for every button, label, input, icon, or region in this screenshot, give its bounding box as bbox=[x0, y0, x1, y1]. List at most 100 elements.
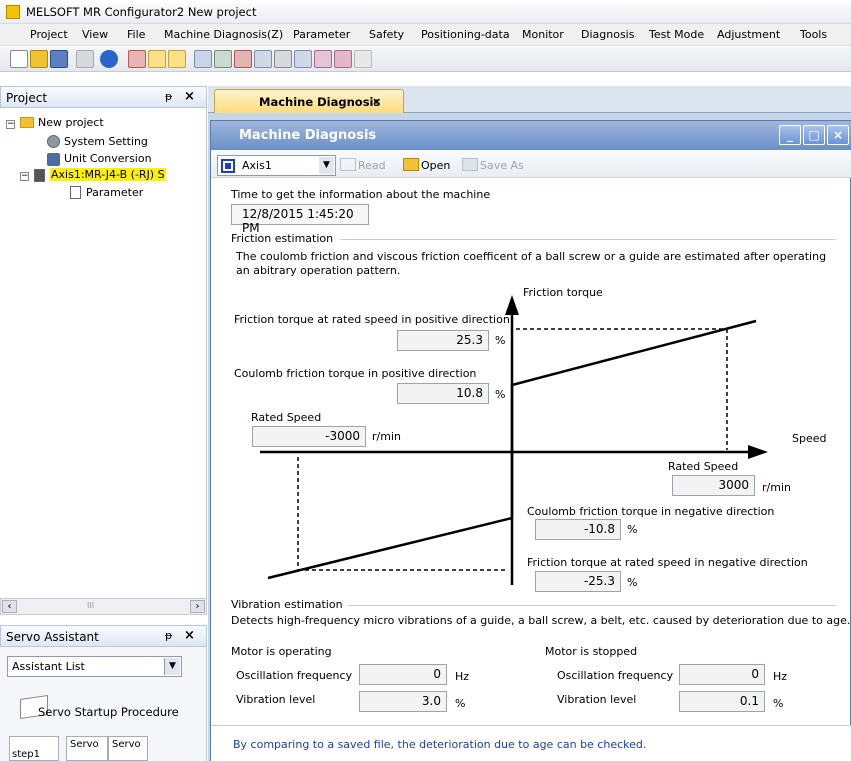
menu-view[interactable]: View bbox=[82, 28, 108, 41]
toolbar-tool-6-icon[interactable] bbox=[234, 50, 252, 68]
menu-positioning-data[interactable]: Positioning-data bbox=[421, 28, 510, 41]
toolbar-tool-4-icon[interactable] bbox=[194, 50, 212, 68]
tree-item-axis1[interactable]: Axis1:MR-J4-B (-RJ) S bbox=[50, 168, 166, 181]
toolbar-tool-3-icon[interactable] bbox=[168, 50, 186, 68]
toolbar-tool-11-icon[interactable] bbox=[334, 50, 352, 68]
y-axis-arrow-icon bbox=[505, 295, 519, 315]
close-icon[interactable]: × bbox=[372, 95, 381, 108]
minimize-icon[interactable]: _ bbox=[779, 125, 801, 145]
menu-safety[interactable]: Safety bbox=[369, 28, 404, 41]
close-icon[interactable]: × bbox=[827, 125, 849, 145]
help-icon[interactable] bbox=[100, 50, 118, 68]
bottom-note-bar: By comparing to a saved file, the deteri… bbox=[211, 725, 851, 761]
axis-icon bbox=[221, 159, 235, 173]
toolbar-tool-10-icon[interactable] bbox=[314, 50, 332, 68]
positive-friction-line bbox=[511, 319, 757, 387]
chevron-down-icon[interactable]: ▼ bbox=[164, 658, 180, 675]
pos-rated-speed-unit: r/min bbox=[762, 481, 791, 494]
pos-rated-friction-label: Friction torque at rated speed in positi… bbox=[234, 313, 510, 326]
toolbar-tool-5-icon[interactable] bbox=[214, 50, 232, 68]
open-folder-icon[interactable] bbox=[30, 50, 48, 68]
project-horizontal-scrollbar[interactable]: ‹ III › bbox=[0, 598, 207, 615]
toolbar-tool-8-icon[interactable] bbox=[274, 50, 292, 68]
read-label: Read bbox=[358, 159, 386, 172]
servo-assistant-header: Servo Assistant ᵽ × bbox=[0, 625, 207, 647]
save-as-button[interactable]: Save As bbox=[462, 158, 524, 172]
servo-amplifier-icon bbox=[34, 169, 45, 182]
collapse-icon[interactable]: − bbox=[6, 120, 15, 129]
toolbar-tool-2-icon[interactable] bbox=[148, 50, 166, 68]
operating-level-unit: % bbox=[455, 697, 466, 710]
step-tab-3-label: Servo bbox=[112, 739, 141, 750]
chevron-down-icon[interactable]: ▼ bbox=[319, 157, 334, 174]
scroll-left-icon[interactable]: ‹ bbox=[2, 600, 17, 613]
scroll-right-icon[interactable]: › bbox=[190, 600, 205, 613]
open-button[interactable]: Open bbox=[403, 158, 450, 172]
pin-icon[interactable]: ᵽ bbox=[165, 629, 172, 642]
read-icon bbox=[340, 158, 356, 171]
stopped-osc-value: 0 bbox=[679, 664, 765, 685]
step-tab-3[interactable]: Servo bbox=[108, 736, 148, 761]
step-tab-1[interactable]: step1 bbox=[9, 736, 59, 761]
print-icon[interactable] bbox=[76, 50, 94, 68]
tab-machine-diagnosis[interactable]: Machine Diagnosis × bbox=[214, 89, 404, 114]
tree-item-parameter[interactable]: Parameter bbox=[86, 186, 143, 199]
toolbar-tool-7-icon[interactable] bbox=[254, 50, 272, 68]
friction-description: The coulomb friction and viscous frictio… bbox=[236, 250, 827, 277]
scroll-grip[interactable]: III bbox=[87, 601, 94, 610]
title-bar: MELSOFT MR Configurator2 New project bbox=[0, 0, 851, 24]
toolbar-tool-1-icon[interactable] bbox=[128, 50, 146, 68]
project-panel-header: Project ᵽ × bbox=[0, 86, 207, 108]
neg-coulomb-friction-unit: % bbox=[627, 523, 638, 536]
menu-bar: Project View File Machine Diagnosis(Z) P… bbox=[0, 24, 851, 46]
tree-item-new-project[interactable]: New project bbox=[38, 116, 104, 129]
close-icon[interactable]: × bbox=[184, 89, 195, 104]
group-divider bbox=[340, 239, 836, 240]
pos-coulomb-friction-value: 10.8 bbox=[397, 383, 489, 404]
tree-item-unit-conversion[interactable]: Unit Conversion bbox=[64, 152, 152, 165]
friction-group-title: Friction estimation bbox=[231, 232, 334, 245]
tree-item-system-setting[interactable]: System Setting bbox=[64, 135, 148, 148]
menu-diagnosis[interactable]: Diagnosis bbox=[581, 28, 634, 41]
menu-test-mode[interactable]: Test Mode bbox=[649, 28, 704, 41]
x-axis-arrow-icon bbox=[748, 445, 768, 459]
window-title: MELSOFT MR Configurator2 New project bbox=[26, 5, 257, 19]
neg-rated-friction-value: -25.3 bbox=[535, 571, 621, 592]
menu-tools[interactable]: Tools bbox=[800, 28, 827, 41]
servo-assistant-title: Servo Assistant bbox=[6, 630, 99, 644]
save-icon bbox=[462, 158, 478, 171]
project-tree: − New project System Setting Unit Conver… bbox=[0, 108, 207, 598]
menu-project[interactable]: Project bbox=[30, 28, 68, 41]
operating-osc-unit: Hz bbox=[455, 670, 470, 683]
pin-icon[interactable]: ᵽ bbox=[165, 90, 172, 103]
close-icon[interactable]: × bbox=[184, 628, 195, 643]
neg-coulomb-friction-value: -10.8 bbox=[535, 519, 621, 540]
neg-rated-friction-unit: % bbox=[627, 576, 638, 589]
toolbar-tool-12-icon[interactable] bbox=[354, 50, 372, 68]
step-tab-2[interactable]: Servo bbox=[66, 736, 108, 761]
assistant-list-value: Assistant List bbox=[12, 660, 85, 673]
pos-coulomb-friction-unit: % bbox=[495, 388, 506, 401]
new-file-icon[interactable] bbox=[10, 50, 28, 68]
axis-select[interactable]: Axis1 ▼ bbox=[217, 155, 336, 176]
friction-torque-axis-label: Friction torque bbox=[523, 286, 603, 299]
menu-parameter[interactable]: Parameter bbox=[293, 28, 350, 41]
stopped-osc-label: Oscillation frequency bbox=[557, 669, 674, 682]
maximize-icon[interactable]: □ bbox=[803, 125, 825, 145]
operating-level-label: Vibration level bbox=[236, 693, 316, 706]
collapse-icon[interactable]: − bbox=[20, 172, 29, 181]
menu-adjustment[interactable]: Adjustment bbox=[717, 28, 780, 41]
menu-monitor[interactable]: Monitor bbox=[522, 28, 564, 41]
axis-value: Axis1 bbox=[242, 159, 272, 172]
time-value: 12/8/2015 1:45:20 PM bbox=[231, 204, 369, 235]
menu-machine-diagnosis[interactable]: Machine Diagnosis(Z) bbox=[164, 28, 283, 41]
save-icon[interactable] bbox=[50, 50, 68, 68]
read-button[interactable]: Read bbox=[340, 158, 386, 172]
toolbar-tool-9-icon[interactable] bbox=[294, 50, 312, 68]
menu-file[interactable]: File bbox=[127, 28, 145, 41]
pos-rated-speed-label: Rated Speed bbox=[668, 460, 739, 473]
operating-osc-label: Oscillation frequency bbox=[236, 669, 353, 682]
assistant-list-select[interactable]: Assistant List ▼ bbox=[7, 656, 182, 677]
folder-icon bbox=[20, 117, 34, 128]
save-as-label: Save As bbox=[480, 159, 524, 172]
